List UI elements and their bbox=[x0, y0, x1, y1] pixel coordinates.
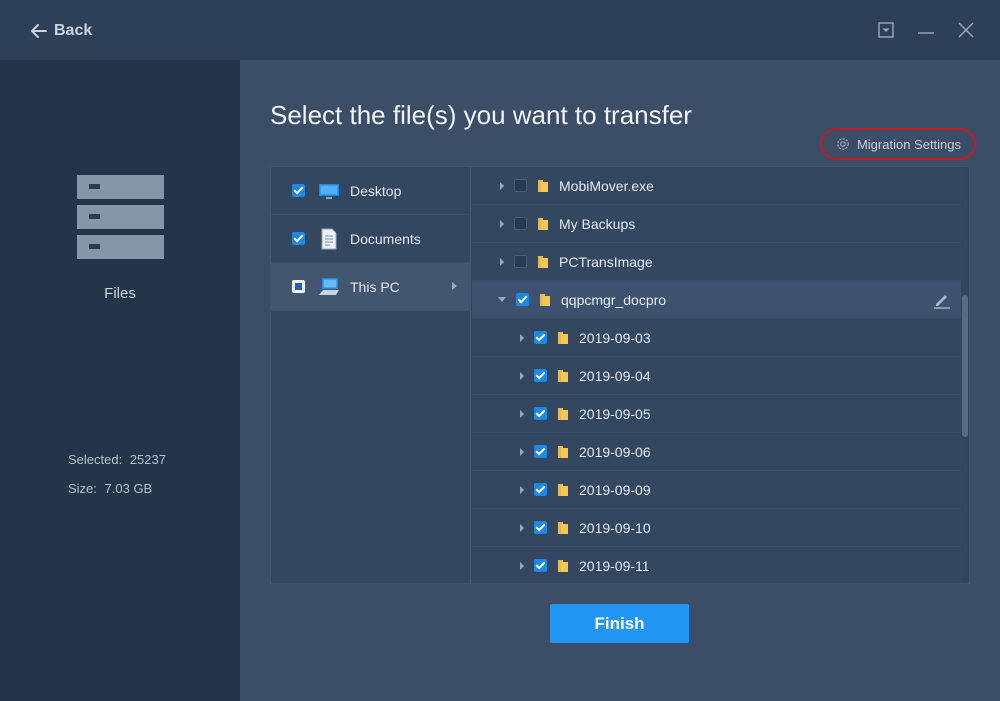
tree-item-name: 2019-09-05 bbox=[579, 405, 651, 422]
dropdown-button[interactable] bbox=[874, 18, 898, 42]
page-title: Select the file(s) you want to transfer bbox=[270, 100, 692, 130]
title-bar: Back bbox=[0, 0, 1000, 60]
migration-settings-label: Migration Settings bbox=[856, 136, 962, 152]
tree-row[interactable]: PCTransImage bbox=[472, 243, 961, 281]
tree-item-name: 2019-09-03 bbox=[579, 329, 651, 346]
tree-item-name: PCTransImage bbox=[559, 253, 653, 270]
tree-checkbox[interactable] bbox=[534, 331, 547, 344]
tree-item-name: My Backups bbox=[559, 215, 636, 232]
files-label: Files bbox=[104, 285, 136, 302]
tree-row[interactable]: 2019-09-10 bbox=[472, 509, 961, 547]
tree-checkbox[interactable] bbox=[514, 179, 527, 192]
tree-item-name: 2019-09-04 bbox=[579, 367, 651, 384]
expand-right-icon[interactable] bbox=[520, 371, 524, 380]
folder-icon bbox=[558, 369, 568, 382]
minimize-icon bbox=[918, 32, 934, 34]
tree-checkbox[interactable] bbox=[514, 217, 527, 230]
tree-row[interactable]: 2019-09-06 bbox=[472, 433, 961, 471]
tree-checkbox[interactable] bbox=[534, 483, 547, 496]
tree-checkbox[interactable] bbox=[534, 559, 547, 572]
tree-checkbox[interactable] bbox=[534, 369, 547, 382]
scrollbar[interactable] bbox=[961, 167, 969, 583]
tree-checkbox[interactable] bbox=[534, 521, 547, 534]
location-label: Documents bbox=[350, 230, 421, 247]
close-button[interactable] bbox=[954, 18, 978, 42]
tree-row[interactable]: qqpcmgr_docpro bbox=[472, 281, 961, 319]
tree-checkbox[interactable] bbox=[534, 407, 547, 420]
tree-item-name: qqpcmgr_docpro bbox=[561, 291, 667, 308]
back-label: Back bbox=[54, 22, 93, 39]
tree-row[interactable]: My Backups bbox=[472, 205, 961, 243]
location-label: Desktop bbox=[350, 182, 402, 199]
selected-label: Selected: bbox=[68, 452, 123, 467]
tree-row[interactable]: MobiMover.exe bbox=[472, 167, 961, 205]
sidebar: Files Selected: 25237 Size: 7.03 GB bbox=[0, 60, 240, 701]
computer-icon bbox=[319, 277, 339, 295]
tree-row[interactable]: 2019-09-05 bbox=[472, 395, 961, 433]
folder-icon bbox=[558, 331, 568, 344]
tree-checkbox[interactable] bbox=[516, 293, 529, 306]
size-value: 7.03 GB bbox=[104, 481, 153, 496]
back-button[interactable]: Back bbox=[30, 18, 92, 44]
expand-right-icon[interactable] bbox=[520, 333, 524, 342]
expand-down-icon[interactable] bbox=[498, 297, 506, 302]
folder-icon bbox=[538, 217, 548, 230]
files-stack-icon bbox=[77, 175, 164, 260]
location-item-desktop[interactable]: Desktop bbox=[271, 167, 471, 215]
folder-icon bbox=[540, 293, 550, 306]
minimize-button[interactable] bbox=[914, 18, 938, 42]
folder-tree: MobiMover.exe My Backups PCTransImage qqpcm… bbox=[472, 167, 961, 583]
folder-icon bbox=[558, 407, 568, 420]
expand-right-icon[interactable] bbox=[500, 219, 504, 228]
main-content: Select the file(s) you want to transfer … bbox=[240, 60, 1000, 701]
tree-checkbox[interactable] bbox=[514, 255, 527, 268]
checkbox-this-pc[interactable] bbox=[292, 280, 305, 293]
expand-right-icon[interactable] bbox=[500, 257, 504, 266]
tree-row[interactable]: 2019-09-04 bbox=[472, 357, 961, 395]
folder-icon bbox=[558, 521, 568, 534]
size-label: Size: bbox=[68, 481, 97, 496]
folder-icon bbox=[558, 445, 568, 458]
chevron-right-icon bbox=[452, 282, 457, 290]
location-list: Desktop Documents This PC bbox=[271, 167, 471, 583]
tree-item-name: 2019-09-06 bbox=[579, 443, 651, 460]
tree-item-name: 2019-09-10 bbox=[579, 519, 651, 536]
arrow-left-icon bbox=[31, 24, 47, 38]
tree-row[interactable]: 2019-09-09 bbox=[472, 471, 961, 509]
file-selection-panel: Desktop Documents This PC MobiMover.exe … bbox=[270, 166, 970, 584]
selected-size: Size: 7.03 GB bbox=[68, 481, 152, 496]
migration-settings-button[interactable]: Migration Settings bbox=[820, 128, 976, 160]
tree-row[interactable]: 2019-09-11 bbox=[472, 547, 961, 583]
close-icon bbox=[958, 22, 974, 38]
checkbox-documents[interactable] bbox=[292, 232, 305, 245]
expand-right-icon[interactable] bbox=[520, 561, 524, 570]
selected-value: 25237 bbox=[129, 452, 166, 467]
tree-item-name: 2019-09-11 bbox=[579, 557, 650, 574]
tree-checkbox[interactable] bbox=[534, 445, 547, 458]
folder-icon bbox=[558, 483, 568, 496]
checkbox-desktop[interactable] bbox=[292, 184, 305, 197]
gear-icon bbox=[837, 138, 849, 150]
expand-right-icon[interactable] bbox=[500, 181, 504, 190]
expand-right-icon[interactable] bbox=[520, 447, 524, 456]
document-icon bbox=[321, 228, 337, 249]
tree-item-name: 2019-09-09 bbox=[579, 481, 651, 498]
folder-icon bbox=[538, 255, 548, 268]
tree-item-name: MobiMover.exe bbox=[559, 177, 654, 194]
location-item-this-pc[interactable]: This PC bbox=[271, 263, 471, 311]
finish-button[interactable]: Finish bbox=[550, 604, 689, 643]
expand-right-icon[interactable] bbox=[520, 409, 524, 418]
location-item-documents[interactable]: Documents bbox=[271, 215, 471, 263]
dropdown-box-icon bbox=[878, 22, 894, 38]
folder-icon bbox=[538, 179, 548, 192]
location-label: This PC bbox=[350, 278, 400, 295]
desktop-monitor-icon bbox=[319, 183, 339, 199]
folder-icon bbox=[558, 559, 568, 572]
expand-right-icon[interactable] bbox=[520, 485, 524, 494]
edit-pencil-icon[interactable] bbox=[933, 291, 951, 309]
tree-row[interactable]: 2019-09-03 bbox=[472, 319, 961, 357]
expand-right-icon[interactable] bbox=[520, 523, 524, 532]
selected-count: Selected: 25237 bbox=[68, 452, 166, 467]
scrollbar-thumb[interactable] bbox=[962, 295, 968, 437]
